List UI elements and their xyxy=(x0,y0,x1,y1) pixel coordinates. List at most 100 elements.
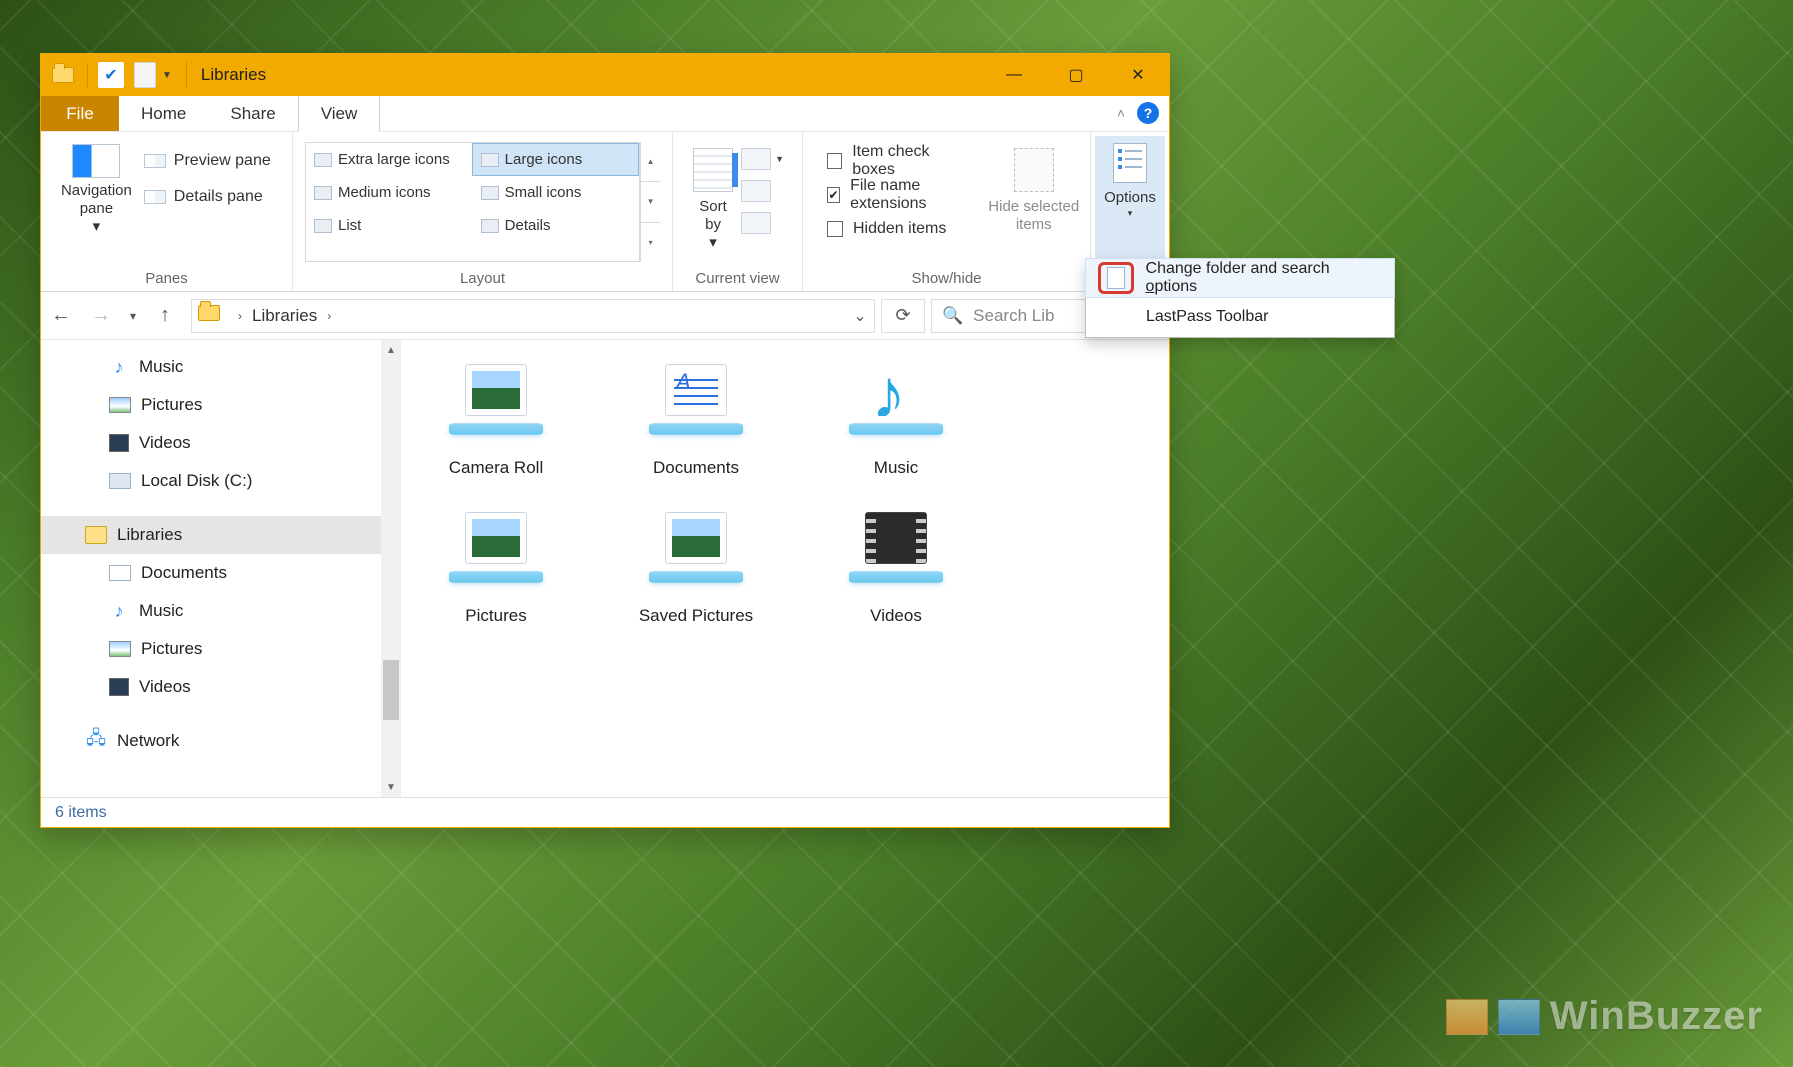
scroll-down-button[interactable]: ▼ xyxy=(381,777,401,797)
navigation-pane-button[interactable]: Navigation pane▾ xyxy=(49,138,144,266)
checkbox-unchecked-icon xyxy=(827,153,842,169)
library-pictures[interactable]: Pictures xyxy=(421,498,571,626)
sidebar-scrollbar[interactable]: ▲ ▼ xyxy=(381,340,401,797)
gallery-more-button[interactable]: ▾ xyxy=(641,223,660,262)
layout-extra-large-icons[interactable]: Extra large icons xyxy=(306,143,472,176)
tree-item-pictures[interactable]: Pictures xyxy=(41,386,401,424)
back-button[interactable]: ← xyxy=(41,292,81,339)
library-icon xyxy=(841,360,951,450)
tree-item-network[interactable]: 🖧Network xyxy=(41,722,401,760)
tree-item-libraries[interactable]: Libraries xyxy=(41,516,401,554)
layout-large-icons[interactable]: Large icons xyxy=(472,143,640,176)
tree-item-lib-documents[interactable]: Documents xyxy=(41,554,401,592)
layout-medium-icons[interactable]: Medium icons xyxy=(306,176,473,209)
layout-icon xyxy=(314,186,332,200)
folder-icon xyxy=(52,67,74,83)
quick-access-toolbar: ✔ ▼ xyxy=(41,54,172,96)
library-icon xyxy=(641,508,751,598)
disk-icon xyxy=(109,473,131,489)
tree-item-lib-pictures[interactable]: Pictures xyxy=(41,630,401,668)
sort-by-button[interactable]: Sort by▾ xyxy=(691,144,735,266)
help-button[interactable]: ? xyxy=(1137,102,1159,124)
layout-details[interactable]: Details xyxy=(473,209,640,242)
library-documents[interactable]: Documents xyxy=(621,350,771,478)
checkbox-checked-icon: ✔ xyxy=(827,187,840,203)
item-check-boxes[interactable]: Item check boxes xyxy=(827,144,970,178)
ribbon-group-panes: Navigation pane▾ Preview pane Details pa… xyxy=(41,132,293,291)
checkbox-unchecked-icon xyxy=(827,221,843,237)
tree-item-videos[interactable]: Videos xyxy=(41,424,401,462)
menu-lastpass-toolbar[interactable]: LastPass Toolbar xyxy=(1086,297,1394,337)
ribbon-view: Navigation pane▾ Preview pane Details pa… xyxy=(41,132,1169,292)
address-toolbar: ← → ▾ ↑ › Libraries › ⌄ ⟳ 🔍 Search Lib xyxy=(41,292,1169,340)
menu-change-folder-options[interactable]: Change folder and search options xyxy=(1085,258,1395,298)
layout-icon xyxy=(314,153,332,167)
breadcrumb-chevron[interactable]: › xyxy=(232,309,248,323)
video-icon xyxy=(109,434,129,452)
refresh-button[interactable]: ⟳ xyxy=(881,299,925,333)
chevron-down-icon: ▼ xyxy=(775,154,784,164)
group-label-layout: Layout xyxy=(301,266,664,289)
document-icon xyxy=(109,565,131,581)
network-icon: 🖧 xyxy=(85,732,107,750)
layout-small-icons[interactable]: Small icons xyxy=(473,176,640,209)
tab-home[interactable]: Home xyxy=(119,96,208,131)
hidden-items[interactable]: Hidden items xyxy=(827,212,970,246)
qat-properties-button[interactable]: ✔ xyxy=(98,62,124,88)
library-camera-roll[interactable]: Camera Roll xyxy=(421,350,571,478)
qat-newfolder-button[interactable] xyxy=(134,62,156,88)
breadcrumb-chevron[interactable]: › xyxy=(321,309,337,323)
tree-item-lib-music[interactable]: ♪Music xyxy=(41,592,401,630)
breadcrumb-libraries[interactable]: Libraries xyxy=(248,306,321,326)
library-icon xyxy=(441,360,551,450)
search-icon: 🔍 xyxy=(942,306,963,326)
tab-view[interactable]: View xyxy=(298,96,381,132)
gallery-down-button[interactable]: ▼ xyxy=(641,182,660,222)
tab-file[interactable]: File xyxy=(41,96,119,131)
items-view[interactable]: Camera Roll Documents Music Pictures Sav… xyxy=(401,340,1169,797)
menu-label: Change folder and search options xyxy=(1146,260,1382,296)
details-pane-button[interactable]: Details pane xyxy=(144,188,284,206)
gallery-up-button[interactable]: ▲ xyxy=(641,142,660,182)
layout-list[interactable]: List xyxy=(306,209,473,242)
up-button[interactable]: ↑ xyxy=(145,292,185,339)
watermark-text: WinBuzzer xyxy=(1550,994,1763,1039)
close-button[interactable]: ✕ xyxy=(1107,54,1169,96)
preview-pane-button[interactable]: Preview pane xyxy=(144,152,284,170)
options-icon xyxy=(1113,143,1147,183)
maximize-button[interactable]: ▢ xyxy=(1045,54,1107,96)
app-icon[interactable] xyxy=(49,61,77,89)
status-bar: 6 items xyxy=(41,797,1169,827)
size-columns-button[interactable] xyxy=(741,212,771,234)
tree-item-lib-videos[interactable]: Videos xyxy=(41,668,401,706)
collapse-ribbon-button[interactable]: ˄ xyxy=(1117,105,1125,121)
library-videos[interactable]: Videos xyxy=(821,498,971,626)
video-icon xyxy=(109,678,129,696)
tree-item-local-disk[interactable]: Local Disk (C:) xyxy=(41,462,401,500)
tree-item-music[interactable]: ♪Music xyxy=(41,348,401,386)
chevron-down-icon: ▾ xyxy=(1128,208,1133,219)
address-history-caret[interactable]: ⌄ xyxy=(846,306,874,326)
address-bar[interactable]: › Libraries › ⌄ xyxy=(191,299,875,333)
recent-locations-button[interactable]: ▾ xyxy=(121,292,145,339)
scroll-thumb[interactable] xyxy=(383,660,399,720)
tab-share[interactable]: Share xyxy=(208,96,297,131)
ribbon-tabs: File Home Share View ˄ ? xyxy=(41,96,1169,132)
options-button[interactable]: Options ▾ xyxy=(1095,136,1165,264)
qat-customize-caret[interactable]: ▼ xyxy=(162,70,172,81)
layout-icon xyxy=(481,186,499,200)
explorer-window: ✔ ▼ Libraries — ▢ ✕ File Home Share View… xyxy=(40,53,1170,828)
minimize-button[interactable]: — xyxy=(983,54,1045,96)
library-music[interactable]: Music xyxy=(821,350,971,478)
options-dropdown-menu: Change folder and search options LastPas… xyxy=(1085,258,1395,338)
file-name-extensions[interactable]: ✔File name extensions xyxy=(827,178,970,212)
forward-button: → xyxy=(81,292,121,339)
sort-icon xyxy=(693,148,733,192)
scroll-up-button[interactable]: ▲ xyxy=(381,340,401,360)
group-label-currentview: Current view xyxy=(681,266,794,289)
library-saved-pictures[interactable]: Saved Pictures xyxy=(621,498,771,626)
layout-icon xyxy=(314,219,332,233)
group-label-panes: Panes xyxy=(49,266,284,289)
add-columns-button[interactable] xyxy=(741,148,771,170)
groupby-button[interactable] xyxy=(741,180,771,202)
